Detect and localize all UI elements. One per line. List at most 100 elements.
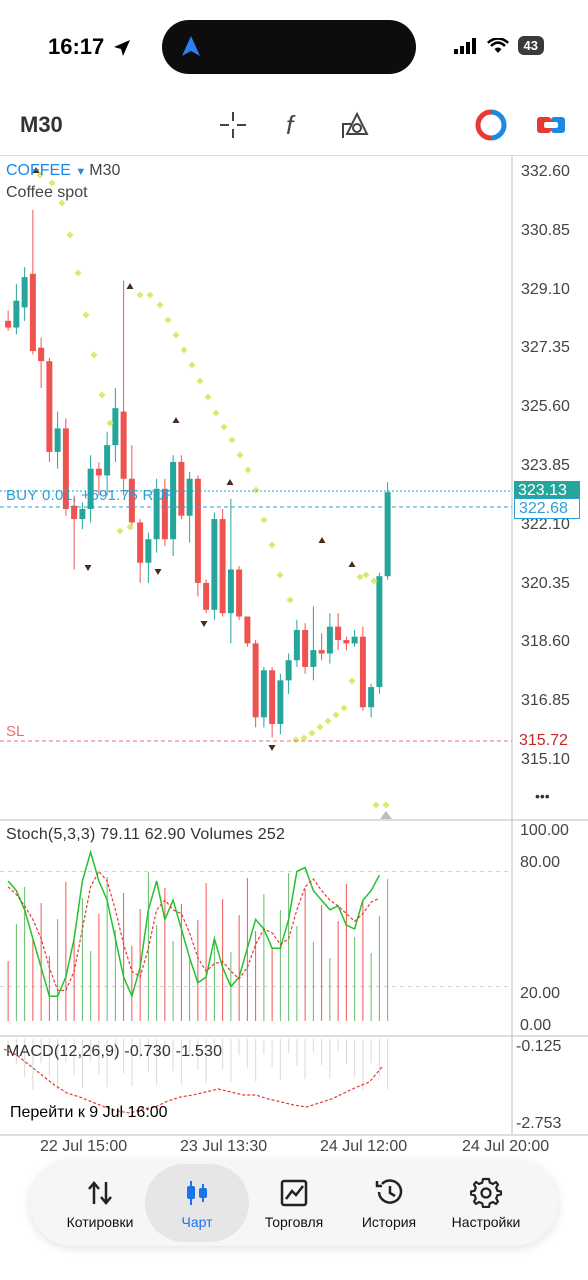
psar-dot (156, 301, 164, 309)
psar-dot (308, 729, 316, 737)
candle-body (211, 519, 218, 610)
nav-trade[interactable]: Торговля (242, 1164, 346, 1242)
stoch-level-80: 80.00 (520, 854, 561, 871)
psar-dot (268, 541, 276, 549)
price-axis-label: 320.35 (521, 574, 570, 592)
candle (104, 431, 111, 496)
nav-settings[interactable]: Настройки (434, 1164, 538, 1242)
psar-dot (372, 801, 380, 809)
psar-dot (90, 351, 98, 359)
candle-body (293, 629, 300, 661)
stoch-level-20: 20.00 (520, 985, 561, 1002)
psar-dot (332, 711, 340, 719)
indicators-button[interactable]: f (276, 108, 310, 142)
candle (54, 411, 61, 469)
candle-body (236, 569, 243, 617)
psar-dot (220, 423, 228, 431)
history-clock-icon (375, 1179, 403, 1204)
nav-quotes[interactable]: Котировки (48, 1164, 152, 1242)
candlestick-chart-icon (187, 1181, 207, 1205)
psar-dot (300, 734, 308, 742)
candle (29, 209, 36, 355)
stoch-label: Stoch(5,3,3) 79.11 62.90 Volumes 252 (6, 826, 286, 843)
candle (211, 512, 218, 620)
chart-area[interactable]: COFFEE ▼ M30 Coffee spot BUY 0.01, +691.… (0, 154, 588, 1165)
nav-history[interactable]: История (337, 1164, 441, 1242)
candle-body (310, 650, 317, 667)
candle (219, 509, 226, 617)
fractal-down-marker (154, 569, 162, 575)
psar-dot (228, 436, 236, 444)
sl-price-label: 315.72 (519, 732, 568, 749)
indicators-layer (0, 167, 512, 1114)
psar-dot (212, 409, 220, 417)
new-order-button[interactable] (534, 108, 568, 142)
psar-dot (66, 231, 74, 239)
candle-body (71, 505, 78, 520)
candle-body (285, 660, 292, 681)
psar-dot (348, 677, 356, 685)
psar-dot (316, 723, 324, 731)
position-line-label[interactable]: BUY 0.01, +691.75 RUR (6, 487, 176, 504)
sl-label[interactable]: SL (6, 723, 24, 740)
crosshair-button[interactable] (216, 108, 250, 142)
candle (145, 532, 152, 583)
candle (318, 633, 325, 661)
nav-trade-label: Торговля (264, 1214, 324, 1230)
candle (376, 572, 383, 694)
more-options-button[interactable]: ••• (535, 788, 550, 804)
dynamic-island (162, 20, 416, 74)
time-label-3: 24 Jul 12:00 (320, 1138, 408, 1155)
candle (252, 640, 259, 728)
psar-dot (252, 486, 260, 494)
candle (260, 666, 267, 728)
candle-body (5, 320, 12, 328)
candle (293, 619, 300, 667)
chart-timeframe: M30 (89, 162, 121, 179)
candle (112, 388, 119, 462)
price-axis-label: 323.85 (521, 457, 570, 474)
chevron-down-icon[interactable]: ▼ (75, 166, 89, 178)
candle-body (219, 519, 226, 614)
time-label-4: 24 Jul 20:00 (462, 1138, 550, 1155)
one-click-trading-button[interactable] (474, 108, 508, 142)
candles-layer (5, 209, 391, 738)
candle (137, 519, 144, 583)
chart-toolbar: M30 f (0, 100, 588, 150)
psar-dot (324, 717, 332, 725)
quotes-arrows-icon (88, 1181, 112, 1205)
price-axis-label: 325.60 (521, 398, 570, 416)
fractal-up-marker (348, 561, 356, 567)
candle (302, 623, 309, 674)
crosshair-icon (220, 112, 246, 138)
timeframe-selector[interactable]: M30 (20, 112, 63, 138)
candle-body (38, 347, 45, 362)
goto-date-button[interactable]: Перейти к 9 Jul 16:00 (10, 1104, 168, 1122)
trade-chart-icon (280, 1179, 308, 1207)
candle-body (335, 626, 342, 641)
chart-canvas[interactable] (0, 154, 588, 1165)
price-axis-label: 327.35 (521, 339, 570, 357)
fractal-up-marker (126, 283, 134, 289)
candle-body (302, 629, 309, 667)
wifi-icon (486, 37, 509, 53)
psar-dot (74, 269, 82, 277)
psar-dot (292, 736, 300, 744)
macd-label: MACD(12,26,9) -0.730 -1.530 (6, 1043, 223, 1060)
nav-chart[interactable]: Чарт (145, 1164, 249, 1242)
candle-body (13, 300, 20, 328)
objects-button[interactable] (338, 108, 372, 142)
candle (227, 498, 234, 644)
chart-symbol[interactable]: COFFEE (6, 162, 71, 179)
candle (335, 613, 342, 651)
fractal-down-marker (84, 565, 92, 571)
psar-dot (236, 451, 244, 459)
candle-body (252, 643, 259, 718)
candle (38, 337, 45, 389)
candle-body (376, 576, 383, 688)
candle-body (46, 361, 53, 452)
candle-body (277, 680, 284, 725)
chart-symbol-header[interactable]: COFFEE ▼ M30 (6, 162, 120, 180)
fractal-down-marker (200, 621, 208, 627)
candle (203, 579, 210, 614)
